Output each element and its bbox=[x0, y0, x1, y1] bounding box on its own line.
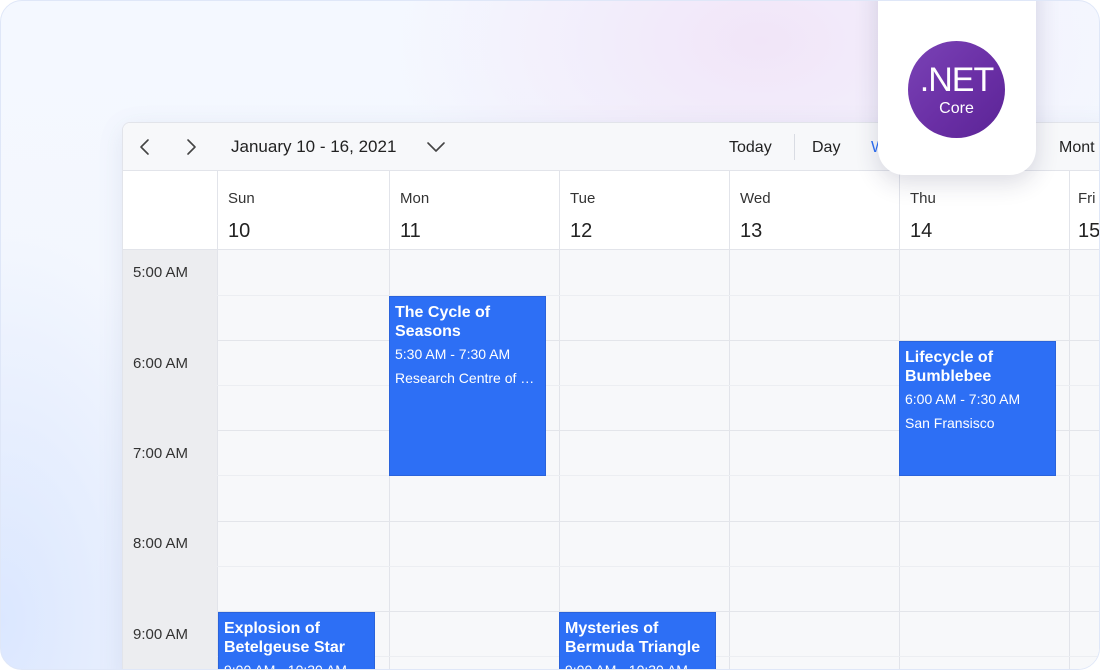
half-hour-line bbox=[217, 295, 1099, 296]
day-name: Thu bbox=[910, 190, 936, 207]
appointment-title: Lifecycle of Bumblebee bbox=[905, 349, 994, 385]
date-range-dropdown[interactable] bbox=[425, 136, 447, 158]
appointment-title: Mysteries of Bermuda Triangle bbox=[565, 620, 701, 656]
app-frame: January 10 - 16, 2021 Today Day W Mont S… bbox=[0, 0, 1100, 670]
day-header-sun[interactable]: Sun 10 bbox=[217, 171, 389, 250]
time-column: 5:00 AM 6:00 AM 7:00 AM 8:00 AM 9:00 AM bbox=[123, 250, 217, 669]
day-number: 15 bbox=[1078, 220, 1100, 242]
day-number: 10 bbox=[228, 220, 251, 242]
chevron-right-icon bbox=[187, 139, 196, 155]
time-label: 5:00 AM bbox=[133, 264, 189, 281]
appointment-explosion-of-betelgeuse[interactable]: Explosion of Betelgeuse Star 9:00 AM - 1… bbox=[218, 612, 375, 670]
time-grid: 5:00 AM 6:00 AM 7:00 AM 8:00 AM 9:00 AM bbox=[123, 250, 1099, 670]
dotnet-brand-text: .NET bbox=[919, 61, 994, 99]
appointment-lifecycle-of-bumblebee[interactable]: Lifecycle of Bumblebee 6:00 AM - 7:30 AM… bbox=[899, 341, 1056, 476]
scheduler: January 10 - 16, 2021 Today Day W Mont S… bbox=[122, 122, 1100, 670]
day-name: Tue bbox=[570, 190, 596, 207]
day-header-tue[interactable]: Tue 12 bbox=[559, 171, 729, 250]
date-range-label[interactable]: January 10 - 16, 2021 bbox=[231, 137, 396, 157]
appointment-time: 6:00 AM - 7:30 AM bbox=[905, 391, 1021, 407]
time-label: 9:00 AM bbox=[133, 626, 189, 643]
hour-line bbox=[217, 521, 1099, 522]
appointment-mysteries-of-bermuda[interactable]: Mysteries of Bermuda Triangle 9:00 AM - … bbox=[559, 612, 716, 670]
time-label: 7:00 AM bbox=[133, 445, 189, 462]
day-view-button[interactable]: Day bbox=[812, 139, 840, 157]
day-number: 12 bbox=[570, 220, 593, 242]
day-column-sun[interactable] bbox=[217, 250, 389, 669]
appointment-location: San Fransisco bbox=[905, 415, 995, 431]
time-label: 6:00 AM bbox=[133, 355, 189, 372]
day-header-thu[interactable]: Thu 14 bbox=[899, 171, 1069, 250]
half-hour-line bbox=[217, 566, 1099, 567]
dotnet-edition-text: Core bbox=[939, 100, 974, 117]
month-view-button[interactable]: Mont bbox=[1059, 139, 1095, 157]
day-header-mon[interactable]: Mon 11 bbox=[389, 171, 559, 250]
appointment-location: Research Centre of Environment bbox=[395, 370, 540, 386]
day-name: Mon bbox=[400, 190, 430, 207]
day-column-fri[interactable] bbox=[1069, 250, 1099, 669]
day-header-wed[interactable]: Wed 13 bbox=[729, 171, 899, 250]
day-name: Wed bbox=[740, 190, 771, 207]
appointment-time: 9:00 AM - 10:30 AM bbox=[565, 662, 688, 670]
appointment-time: 9:00 AM - 10:30 AM bbox=[224, 662, 347, 670]
chevron-left-icon bbox=[140, 139, 149, 155]
day-header-fri[interactable]: Fri 15 bbox=[1069, 171, 1100, 250]
day-number: 11 bbox=[400, 220, 421, 242]
appointment-time: 5:30 AM - 7:30 AM bbox=[395, 346, 511, 362]
toolbar-divider bbox=[794, 134, 795, 160]
previous-button[interactable] bbox=[133, 135, 157, 159]
time-label: 8:00 AM bbox=[133, 535, 189, 552]
dotnet-logo-icon: .NET Core bbox=[908, 41, 1005, 138]
appointment-cycle-of-seasons[interactable]: The Cycle of Seasons 5:30 AM - 7:30 AM R… bbox=[389, 296, 546, 476]
day-name: Sun bbox=[228, 190, 255, 207]
appointment-title: The Cycle of Seasons bbox=[395, 304, 491, 340]
day-number: 13 bbox=[740, 220, 763, 242]
appointment-title: Explosion of Betelgeuse Star bbox=[224, 620, 345, 656]
day-column-tue[interactable] bbox=[559, 250, 729, 669]
day-number: 14 bbox=[910, 220, 933, 242]
chevron-down-icon bbox=[427, 142, 445, 152]
day-header-row: Sun 10 Mon 11 Tue 12 Wed 13 Thu 14 Fri 1… bbox=[123, 171, 1100, 250]
today-button[interactable]: Today bbox=[729, 139, 772, 157]
day-column-wed[interactable] bbox=[729, 250, 899, 669]
next-button[interactable] bbox=[179, 135, 203, 159]
day-name: Fri bbox=[1078, 190, 1096, 207]
dotnet-core-badge: .NET Core bbox=[878, 1, 1036, 175]
